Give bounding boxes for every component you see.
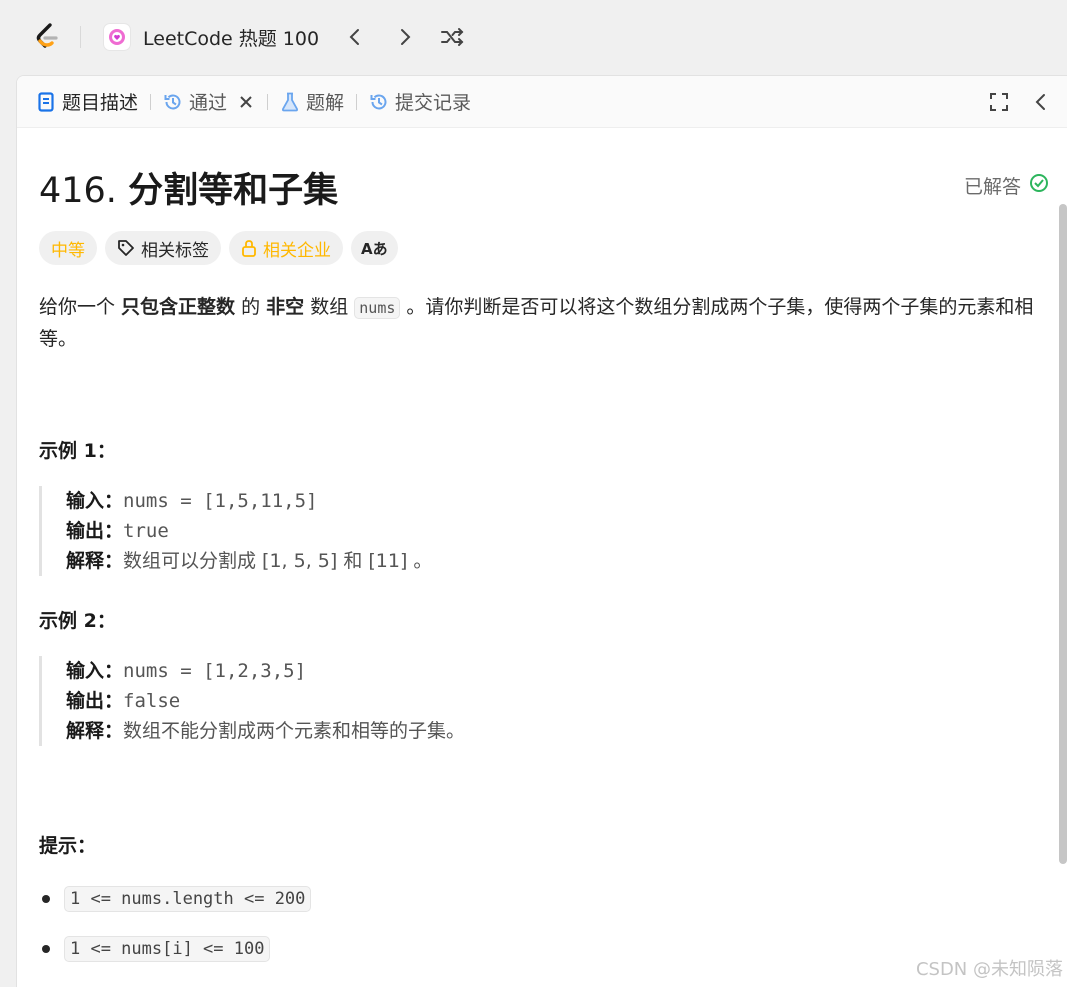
bullet [42, 895, 50, 903]
divider [267, 93, 269, 110]
playlist-title[interactable]: LeetCode 热题 100 [143, 24, 319, 51]
tab-label: 提交记录 [395, 92, 472, 114]
constraint-code: 1 <= nums[i] <= 100 [64, 936, 271, 962]
problem-description: 给你一个 只包含正整数 的 非空 数组 nums 。请你判断是否可以将这个数组分… [39, 292, 1039, 355]
tab-solutions[interactable]: 题解 [280, 88, 344, 115]
explain-label: 解释： [66, 720, 124, 742]
constraint-item: 1 <= nums[i] <= 100 [39, 936, 271, 962]
translate-icon: Aあ [361, 239, 388, 258]
shuffle-icon [441, 28, 464, 46]
random-problem-button[interactable] [435, 19, 471, 55]
tab-submissions[interactable]: 提交记录 [369, 88, 471, 115]
bullet [42, 945, 50, 953]
problem-tags: 中等 相关标签 相关企业 Aあ [39, 231, 406, 265]
top-bar: LeetCode 热题 100 [0, 0, 1067, 74]
related-tags-label: 相关标签 [141, 240, 209, 261]
chevron-right-icon [401, 29, 411, 45]
output-value: true [123, 520, 169, 542]
input-label: 输入： [66, 490, 124, 512]
desc-text: 数组 [304, 296, 355, 318]
desc-bold: 非空 [266, 296, 305, 318]
problem-title[interactable]: 416. 分割等和子集 [39, 162, 338, 213]
example-1-heading: 示例 1： [39, 440, 116, 462]
output-value: false [123, 690, 181, 712]
hints-heading: 提示： [39, 835, 97, 857]
divider [356, 93, 358, 110]
tab-bar: 题目描述 通过 题解 提交记录 [17, 76, 1067, 128]
tab-label: 通过 [189, 92, 228, 114]
input-value: nums = [1,2,3,5] [123, 660, 307, 682]
related-tags-button[interactable]: 相关标签 [105, 231, 221, 265]
solved-status: 已解答 [964, 172, 1049, 199]
check-circle-icon [1029, 173, 1049, 198]
fullscreen-icon[interactable] [985, 88, 1013, 116]
explain-label: 解释： [66, 550, 124, 572]
tag-icon [117, 239, 135, 257]
playlist-icon[interactable] [103, 23, 131, 51]
leetcode-logo-icon[interactable] [32, 22, 62, 52]
example-2-heading: 示例 2： [39, 610, 116, 632]
difficulty-badge: 中等 [39, 231, 97, 265]
divider [150, 93, 152, 110]
tab-label: 题解 [306, 92, 345, 114]
desc-text: 的 [235, 296, 267, 318]
constraint-code: 1 <= nums.length <= 200 [64, 886, 312, 912]
collapse-panel-icon[interactable] [1027, 88, 1055, 116]
related-companies-label: 相关企业 [263, 240, 331, 261]
problem-name: 分割等和子集 [128, 171, 339, 211]
input-value: nums = [1,5,11,5] [123, 490, 318, 512]
history-icon [369, 92, 389, 112]
tab-accepted[interactable]: 通过 [163, 88, 255, 115]
flask-icon [280, 92, 300, 112]
difficulty-label: 中等 [51, 240, 85, 261]
output-label: 输出： [66, 520, 124, 542]
input-label: 输入： [66, 660, 124, 682]
inline-code: nums [354, 297, 401, 319]
problem-number: 416. [39, 171, 117, 211]
example-2-block: 输入：nums = [1,2,3,5] 输出：false 解释：数组不能分割成两… [39, 656, 939, 746]
problem-panel: 题目描述 通过 题解 提交记录 416. 分割等和子集 已解答 中等 相关标签 … [16, 75, 1067, 987]
watermark: CSDN @未知陨落 [915, 959, 1063, 980]
scrollbar[interactable] [1059, 204, 1067, 864]
history-icon [163, 92, 183, 112]
desc-text: 给你一个 [39, 296, 122, 318]
tab-label: 题目描述 [62, 92, 139, 114]
next-problem-button[interactable] [387, 19, 423, 55]
solved-label: 已解答 [963, 176, 1021, 198]
prev-problem-button[interactable] [337, 19, 373, 55]
chevron-left-icon [349, 29, 360, 45]
tab-tools [971, 88, 1055, 116]
tab-description[interactable]: 题目描述 [36, 88, 138, 115]
explain-value: 数组不能分割成两个元素和相等的子集。 [123, 720, 466, 742]
example-1-block: 输入：nums = [1,5,11,5] 输出：true 解释：数组可以分割成 … [39, 486, 939, 576]
constraint-item: 1 <= nums.length <= 200 [39, 886, 312, 912]
divider [80, 26, 81, 48]
translate-button[interactable]: Aあ [351, 231, 398, 265]
description-icon [36, 91, 56, 112]
output-label: 输出： [66, 690, 124, 712]
lock-icon [241, 239, 257, 257]
desc-bold: 只包含正整数 [121, 296, 236, 318]
close-icon[interactable] [237, 93, 255, 111]
related-companies-button[interactable]: 相关企业 [229, 231, 343, 265]
explain-value: 数组可以分割成 [1, 5, 5] 和 [11] 。 [123, 550, 433, 572]
